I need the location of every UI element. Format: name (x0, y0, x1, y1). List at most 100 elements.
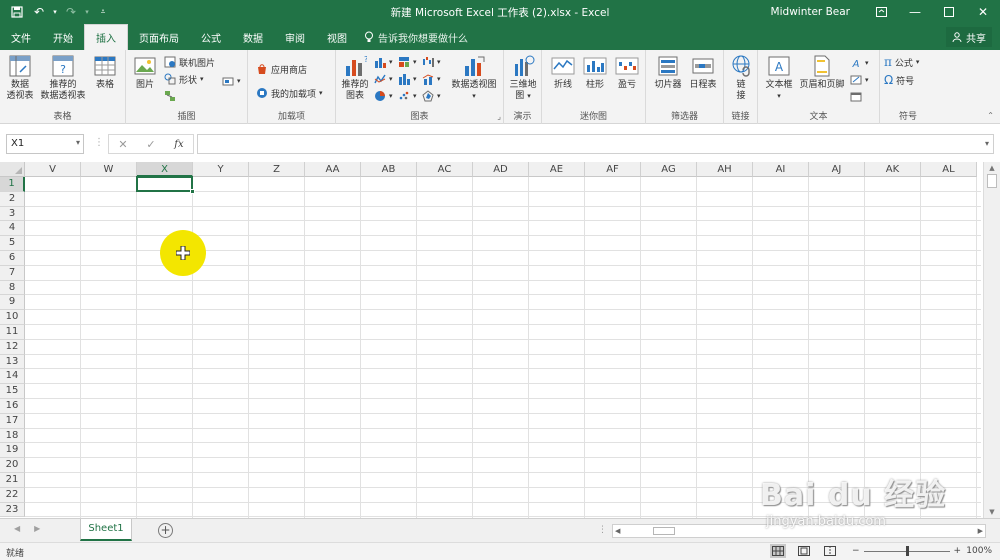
horizontal-scroll-thumb[interactable] (653, 527, 675, 535)
row-header[interactable]: 16 (0, 399, 25, 414)
scroll-down-icon[interactable]: ▼ (984, 508, 1000, 516)
row-header[interactable]: 21 (0, 473, 25, 488)
row-header[interactable]: 8 (0, 280, 25, 296)
recommended-charts-button[interactable]: ? 推荐的 图表 (340, 54, 370, 102)
formula-input[interactable]: ▾ (197, 134, 994, 154)
column-header[interactable]: Z (249, 162, 305, 177)
ribbon-display-options-button[interactable] (864, 0, 898, 24)
scroll-left-icon[interactable]: ◀ (615, 527, 620, 535)
symbol-button[interactable]: Ω 符号 (884, 73, 914, 87)
radar-chart-button[interactable]: ▾ (422, 89, 441, 103)
column-header[interactable]: AD (473, 162, 529, 177)
column-chart-button[interactable]: ▾ (374, 55, 393, 69)
scatter-chart-button[interactable]: ▾ (398, 89, 417, 103)
tell-me-box[interactable]: 告诉我你想要做什么 (364, 24, 468, 50)
shapes-button[interactable]: 形状 ▾ (164, 72, 204, 86)
insert-function-icon[interactable]: fx (174, 139, 183, 150)
slicer-button[interactable]: 切片器 (652, 54, 684, 91)
sparkline-column-button[interactable]: 柱形 (580, 54, 610, 91)
link-button[interactable]: 链 接 (727, 54, 755, 102)
column-header[interactable]: Y (193, 162, 249, 177)
page-layout-view-button[interactable] (796, 544, 812, 558)
row-header[interactable]: 18 (0, 428, 25, 444)
column-header[interactable]: AF (585, 162, 641, 177)
pie-chart-button[interactable]: ▾ (374, 89, 393, 103)
hierarchy-chart-button[interactable]: ▾ (398, 55, 417, 69)
row-header[interactable]: 4 (0, 221, 25, 237)
spreadsheet-grid[interactable]: V W X Y Z AA AB AC AD AE AF AG AH AI AJ AK AL 1234567891… (0, 162, 1000, 518)
pivot-table-button[interactable]: 数据 透视表 (4, 54, 36, 102)
row-header[interactable]: 7 (0, 265, 25, 281)
equation-button[interactable]: π 公式 ▾ (884, 55, 919, 69)
cell-area[interactable] (25, 176, 981, 518)
column-header[interactable]: AC (417, 162, 473, 177)
redo-button[interactable]: ↷ (60, 1, 82, 23)
header-footer-button[interactable]: 页眉和页脚 (796, 54, 848, 91)
minimize-button[interactable]: — (898, 0, 932, 24)
horizontal-scrollbar[interactable]: ◀ ▶ (612, 524, 986, 538)
chevron-down-icon[interactable]: ▾ (76, 138, 80, 147)
signature-line-button[interactable]: ▾ (850, 73, 869, 87)
close-button[interactable]: ✕ (966, 0, 1000, 24)
row-header[interactable]: 6 (0, 251, 25, 266)
normal-view-button[interactable] (770, 544, 786, 558)
sheet-prev-icon[interactable]: ◀ (14, 524, 20, 533)
zoom-out-icon[interactable]: − (852, 546, 860, 556)
collapse-ribbon-icon[interactable]: ⌃ (987, 111, 994, 120)
row-header[interactable]: 13 (0, 354, 25, 370)
waterfall-chart-button[interactable]: ▾ (422, 55, 441, 69)
row-header[interactable]: 17 (0, 413, 25, 429)
name-box[interactable]: X1 ▾ (6, 134, 84, 154)
object-button[interactable] (850, 90, 862, 104)
row-header[interactable]: 14 (0, 369, 25, 385)
zoom-in-icon[interactable]: + (954, 546, 962, 556)
row-header[interactable]: 22 (0, 487, 25, 503)
column-header[interactable]: AI (753, 162, 809, 177)
row-header[interactable]: 3 (0, 206, 25, 222)
row-header[interactable]: 20 (0, 458, 25, 473)
row-header[interactable]: 23 (0, 502, 25, 518)
combo-chart-button[interactable]: ▾ (422, 72, 441, 86)
recommended-pivot-button[interactable]: ? 推荐的 数据透视表 (38, 54, 88, 102)
scroll-up-icon[interactable]: ▲ (984, 164, 1000, 172)
online-pictures-button[interactable]: 联机图片 (164, 55, 215, 69)
fill-handle[interactable] (190, 188, 195, 194)
row-header[interactable]: 1 (0, 177, 25, 192)
pictures-button[interactable]: 图片 (130, 54, 160, 91)
screenshot-button[interactable]: ▾ (222, 74, 241, 88)
row-header[interactable]: 15 (0, 384, 25, 399)
row-header[interactable]: 12 (0, 339, 25, 355)
tab-review[interactable]: 审阅 (274, 24, 316, 50)
tab-view[interactable]: 视图 (316, 24, 358, 50)
customize-qat-button[interactable]: ⩡ (92, 1, 114, 23)
confirm-entry-icon[interactable]: ✓ (146, 138, 155, 151)
row-header[interactable]: 10 (0, 310, 25, 325)
row-header[interactable]: 5 (0, 236, 25, 251)
user-name[interactable]: Midwinter Bear (771, 6, 850, 18)
line-chart-button[interactable]: ▾ (374, 72, 393, 86)
tab-file[interactable]: 文件 (0, 24, 42, 50)
column-header[interactable]: AG (641, 162, 697, 177)
undo-button[interactable]: ↶ (28, 1, 50, 23)
row-header[interactable]: 2 (0, 191, 25, 207)
smartart-button[interactable] (164, 89, 176, 103)
save-button[interactable] (6, 1, 28, 23)
column-header[interactable]: AB (361, 162, 417, 177)
tab-data[interactable]: 数据 (232, 24, 274, 50)
maximize-button[interactable] (932, 0, 966, 24)
column-header[interactable]: AH (697, 162, 753, 177)
formula-bar-grip[interactable]: ⋮ (94, 137, 104, 151)
my-addins-button[interactable]: 我的加载项 ▾ (256, 86, 323, 100)
tab-home[interactable]: 开始 (42, 24, 84, 50)
column-header[interactable]: AA (305, 162, 361, 177)
tab-formulas[interactable]: 公式 (190, 24, 232, 50)
page-break-view-button[interactable] (822, 544, 838, 558)
redo-dropdown[interactable]: ▾ (82, 1, 92, 23)
row-header[interactable]: 19 (0, 443, 25, 459)
sheet-tab-sheet1[interactable]: Sheet1 (80, 519, 132, 541)
undo-dropdown[interactable]: ▾ (50, 1, 60, 23)
tab-insert[interactable]: 插入 (84, 24, 128, 50)
sparkline-winloss-button[interactable]: 盈亏 (612, 54, 642, 91)
zoom-percent[interactable]: 100% (966, 546, 992, 556)
zoom-slider-thumb[interactable] (905, 545, 909, 556)
